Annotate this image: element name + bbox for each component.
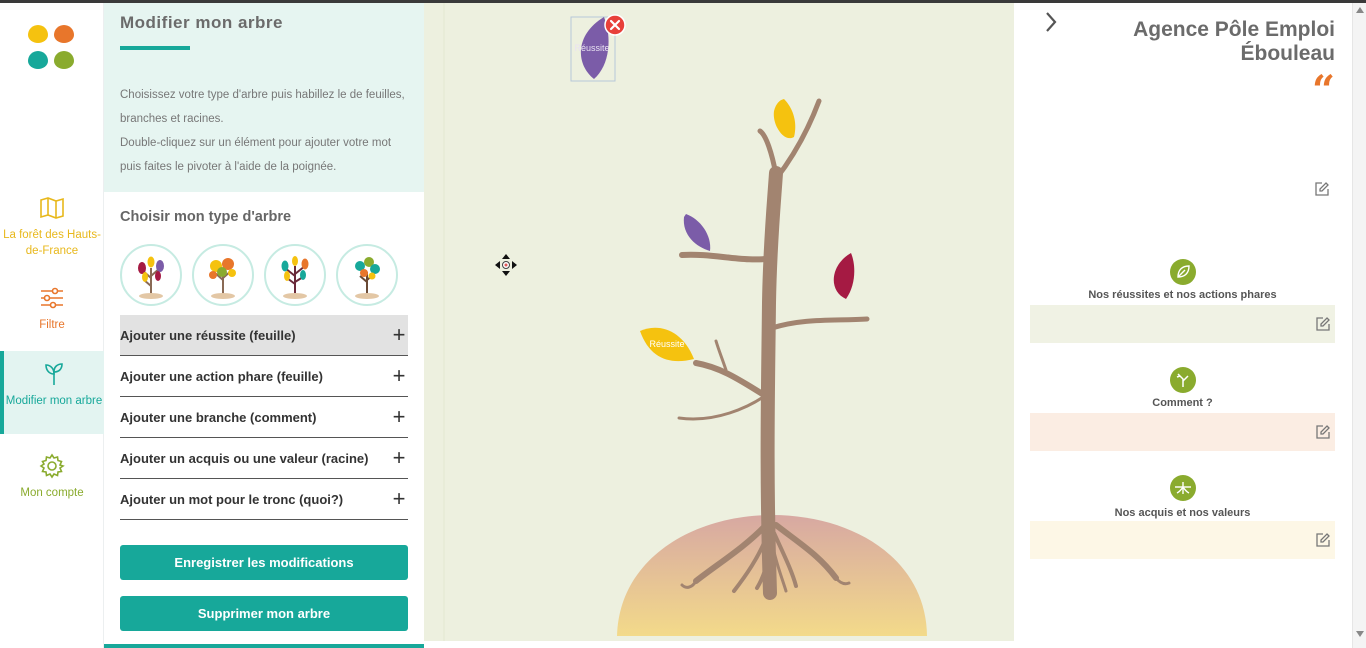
action-label: Ajouter une action phare (feuille) bbox=[120, 368, 323, 384]
quote-icon: “ bbox=[1311, 67, 1335, 114]
tree-thumbnail-icon bbox=[209, 258, 236, 299]
panel-description: Choisissez votre type d'arbre puis habil… bbox=[120, 83, 410, 179]
roots-icon bbox=[1170, 475, 1196, 501]
tree-type-option-3[interactable] bbox=[264, 244, 326, 306]
tree-drawing: Réussite Réussite bbox=[443, 3, 927, 641]
tree-type-option-1[interactable] bbox=[120, 244, 182, 306]
agency-info-panel: Agence Pôle Emploi Ébouleau “ Nos réussi… bbox=[1014, 3, 1352, 648]
branch-icon bbox=[1170, 367, 1196, 393]
plus-icon: + bbox=[392, 363, 406, 388]
nav-item-edit-tree[interactable]: Modifier mon arbre bbox=[0, 351, 104, 434]
section-content-box bbox=[1030, 521, 1335, 559]
action-label: Ajouter un mot pour le tronc (quoi?) bbox=[120, 491, 344, 507]
plus-icon: + bbox=[392, 445, 406, 470]
plus-icon: + bbox=[392, 486, 406, 511]
panel-header: Modifier mon arbre Choisissez votre type… bbox=[104, 3, 424, 192]
page-title: Modifier mon arbre bbox=[120, 13, 283, 32]
leaf-icon bbox=[1170, 259, 1196, 285]
delete-leaf-button[interactable] bbox=[604, 14, 626, 36]
add-trunk-word[interactable]: Ajouter un mot pour le tronc (quoi?) + bbox=[120, 479, 408, 520]
nav-item-account[interactable]: Mon compte bbox=[0, 453, 104, 501]
add-branch[interactable]: Ajouter une branche (comment) + bbox=[120, 397, 408, 438]
section-values: Nos acquis et nos valeurs bbox=[1030, 475, 1335, 565]
add-element-list: Ajouter une réussite (feuille) + Ajouter… bbox=[120, 315, 408, 520]
leaf-yellow-top[interactable] bbox=[773, 99, 796, 139]
map-icon bbox=[40, 197, 64, 219]
tree-type-options bbox=[120, 244, 410, 308]
scroll-up-arrow-icon[interactable] bbox=[1356, 7, 1364, 13]
leaf-purple[interactable] bbox=[683, 214, 711, 251]
add-success-leaf[interactable]: Ajouter une réussite (feuille) + bbox=[120, 315, 408, 356]
edit-icon[interactable] bbox=[1314, 181, 1330, 197]
move-cursor-icon bbox=[495, 254, 517, 276]
nav-item-filter[interactable]: Filtre bbox=[0, 285, 104, 333]
action-label: Ajouter une branche (comment) bbox=[120, 409, 317, 425]
main-nav: La forêt des Hauts-de-France Filtre Modi… bbox=[0, 3, 104, 648]
description-line: Double-cliquez sur un élément pour ajout… bbox=[120, 137, 392, 173]
selected-leaf[interactable]: Réussite bbox=[570, 14, 626, 82]
edit-icon[interactable] bbox=[1315, 532, 1331, 548]
chevron-right-icon[interactable] bbox=[1044, 11, 1058, 39]
plus-icon: + bbox=[392, 322, 406, 347]
add-root[interactable]: Ajouter un acquis ou une valeur (racine)… bbox=[120, 438, 408, 479]
action-label: Ajouter un acquis ou une valeur (racine) bbox=[120, 450, 369, 466]
section-content-box bbox=[1030, 305, 1335, 343]
nav-item-label: La forêt des Hauts-de-France bbox=[3, 229, 101, 257]
app-logo[interactable] bbox=[28, 25, 80, 73]
tree-thumbnail-icon bbox=[138, 256, 164, 299]
edit-tree-panel: Modifier mon arbre Choisissez votre type… bbox=[104, 3, 424, 648]
sprout-icon bbox=[45, 363, 63, 385]
selected-leaf-label: Réussite bbox=[574, 43, 609, 53]
nav-item-forest[interactable]: La forêt des Hauts-de-France bbox=[0, 195, 104, 259]
leaf-crimson[interactable] bbox=[833, 253, 855, 299]
edit-icon[interactable] bbox=[1315, 316, 1331, 332]
section-label: Nos acquis et nos valeurs bbox=[1114, 507, 1251, 519]
edit-icon[interactable] bbox=[1315, 424, 1331, 440]
scroll-down-arrow-icon[interactable] bbox=[1356, 631, 1364, 637]
nav-item-label: Modifier mon arbre bbox=[5, 395, 103, 407]
tree-type-heading: Choisir mon type d'arbre bbox=[120, 209, 292, 225]
sliders-icon bbox=[41, 287, 63, 309]
action-label: Ajouter une réussite (feuille) bbox=[120, 327, 296, 343]
tree-thumbnail-icon bbox=[281, 256, 309, 299]
agency-name: Agence Pôle Emploi Ébouleau bbox=[1075, 18, 1335, 66]
add-key-action-leaf[interactable]: Ajouter une action phare (feuille) + bbox=[120, 356, 408, 397]
agency-name-line: Agence Pôle Emploi bbox=[1133, 18, 1335, 41]
page-scrollbar[interactable] bbox=[1352, 3, 1366, 648]
tree-type-option-4[interactable] bbox=[336, 244, 398, 306]
panel-bottom-bar bbox=[104, 644, 424, 648]
plus-icon: + bbox=[392, 404, 406, 429]
delete-tree-button[interactable]: Supprimer mon arbre bbox=[120, 596, 408, 631]
agency-name-line: Ébouleau bbox=[1240, 42, 1335, 65]
section-successes: Nos réussites et nos actions phares bbox=[1030, 259, 1335, 349]
section-label: Nos réussites et nos actions phares bbox=[1088, 289, 1277, 301]
save-button[interactable]: Enregistrer les modifications bbox=[120, 545, 408, 580]
title-underline bbox=[120, 46, 190, 50]
section-label: Comment ? bbox=[1152, 397, 1213, 409]
gear-icon bbox=[39, 453, 65, 479]
tree-thumbnail-icon bbox=[355, 257, 380, 299]
nav-item-label: Filtre bbox=[39, 319, 65, 331]
leaf-label: Réussite bbox=[649, 339, 684, 349]
section-how: Comment ? bbox=[1030, 367, 1335, 457]
section-content-box bbox=[1030, 413, 1335, 451]
nav-item-label: Mon compte bbox=[20, 487, 84, 499]
tree-type-option-2[interactable] bbox=[192, 244, 254, 306]
tree-canvas[interactable]: Réussite Réussite bbox=[424, 3, 1014, 641]
description-line: Choisissez votre type d'arbre puis habil… bbox=[120, 89, 405, 125]
tree-trunk[interactable] bbox=[677, 98, 870, 600]
